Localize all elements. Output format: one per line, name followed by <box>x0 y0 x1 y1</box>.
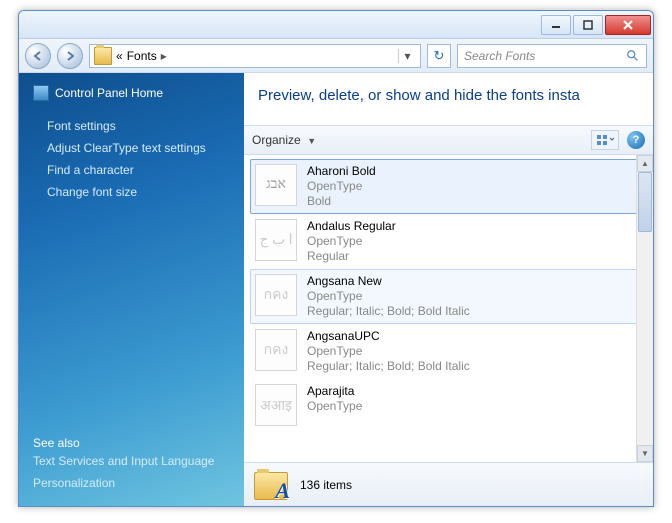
font-type: OpenType <box>307 179 376 194</box>
maximize-button[interactable] <box>573 15 603 35</box>
item-count: 136 items <box>300 478 352 492</box>
address-dropdown[interactable]: ▾ <box>398 49 416 63</box>
window-body: Control Panel Home Font settings Adjust … <box>19 73 653 506</box>
font-file-icon: अआइ <box>255 384 297 426</box>
font-type: OpenType <box>307 344 470 359</box>
font-type: OpenType <box>307 399 362 414</box>
font-style: Bold <box>307 194 376 209</box>
view-options-button[interactable] <box>591 130 619 150</box>
sidebar-link-cleartype[interactable]: Adjust ClearType text settings <box>47 141 230 155</box>
back-button[interactable] <box>25 43 51 69</box>
address-row: « Fonts ▸ ▾ ↻ Search Fonts <box>19 39 653 73</box>
forward-button[interactable] <box>57 43 83 69</box>
cp-home-label: Control Panel Home <box>55 86 163 100</box>
font-type: OpenType <box>307 234 396 249</box>
folder-icon <box>94 47 112 65</box>
font-name: Angsana New <box>307 274 470 289</box>
sidebar-link-find-char[interactable]: Find a character <box>47 163 230 177</box>
arrow-left-icon <box>32 50 44 62</box>
fonts-window: « Fonts ▸ ▾ ↻ Search Fonts Control Panel… <box>18 10 654 507</box>
search-placeholder: Search Fonts <box>464 49 535 63</box>
font-list: אבגAharoni BoldOpenTypeBoldا ب جAndalus … <box>244 155 653 462</box>
see-also-heading: See also <box>33 436 230 450</box>
font-item[interactable]: अआइAparajitaOpenType <box>250 379 647 431</box>
status-bar: A 136 items <box>244 462 653 506</box>
font-name: Aparajita <box>307 384 362 399</box>
font-file-icon: אבג <box>255 164 297 206</box>
font-info: Andalus RegularOpenTypeRegular <box>307 219 396 264</box>
close-button[interactable] <box>605 15 651 35</box>
font-info: Aharoni BoldOpenTypeBold <box>307 164 376 209</box>
font-style: Regular; Italic; Bold; Bold Italic <box>307 304 470 319</box>
scroll-down-button[interactable]: ▼ <box>637 445 653 462</box>
font-info: Angsana NewOpenTypeRegular; Italic; Bold… <box>307 274 470 319</box>
refresh-icon: ↻ <box>434 48 445 64</box>
arrow-right-icon <box>64 50 76 62</box>
refresh-button[interactable]: ↻ <box>427 44 451 68</box>
see-also-text-services[interactable]: Text Services and Input Language <box>33 454 230 468</box>
scroll-up-button[interactable]: ▲ <box>637 155 653 172</box>
sidebar-link-font-size[interactable]: Change font size <box>47 185 230 199</box>
font-type: OpenType <box>307 289 470 304</box>
font-file-icon: ا ب ج <box>255 219 297 261</box>
font-name: Andalus Regular <box>307 219 396 234</box>
address-bar[interactable]: « Fonts ▸ ▾ <box>89 44 421 68</box>
font-item[interactable]: กคงAngsana NewOpenTypeRegular; Italic; B… <box>250 269 647 324</box>
page-title: Preview, delete, or show and hide the fo… <box>244 73 653 125</box>
font-file-icon: กคง <box>255 274 297 316</box>
breadcrumb-prefix: « <box>116 49 123 63</box>
search-icon <box>626 49 640 63</box>
search-box[interactable]: Search Fonts <box>457 44 647 68</box>
font-style: Regular; Italic; Bold; Bold Italic <box>307 359 470 374</box>
scroll-thumb[interactable] <box>638 172 652 232</box>
titlebar <box>19 11 653 39</box>
sidebar: Control Panel Home Font settings Adjust … <box>19 73 244 506</box>
font-file-icon: กคง <box>255 329 297 371</box>
view-icon <box>596 134 614 146</box>
font-info: AngsanaUPCOpenTypeRegular; Italic; Bold;… <box>307 329 470 374</box>
fonts-folder-icon: A <box>254 468 288 502</box>
sidebar-link-font-settings[interactable]: Font settings <box>47 119 230 133</box>
minimize-button[interactable] <box>541 15 571 35</box>
font-name: AngsanaUPC <box>307 329 470 344</box>
breadcrumb-chevron[interactable]: ▸ <box>161 49 167 63</box>
control-panel-home[interactable]: Control Panel Home <box>33 85 230 101</box>
scrollbar[interactable]: ▲ ▼ <box>636 155 653 462</box>
font-info: AparajitaOpenType <box>307 384 362 426</box>
see-also-personalization[interactable]: Personalization <box>33 476 230 490</box>
font-style: Regular <box>307 249 396 264</box>
help-button[interactable]: ? <box>627 131 645 149</box>
help-icon: ? <box>633 134 640 146</box>
main-pane: Preview, delete, or show and hide the fo… <box>244 73 653 506</box>
chevron-down-icon: ▼ <box>305 136 316 146</box>
font-name: Aharoni Bold <box>307 164 376 179</box>
toolbar: Organize ▼ ? <box>244 125 653 155</box>
control-panel-icon <box>33 85 49 101</box>
font-item[interactable]: ا ب جAndalus RegularOpenTypeRegular <box>250 214 647 269</box>
font-item[interactable]: กคงAngsanaUPCOpenTypeRegular; Italic; Bo… <box>250 324 647 379</box>
breadcrumb-label[interactable]: Fonts <box>127 49 157 63</box>
font-item[interactable]: אבגAharoni BoldOpenTypeBold <box>250 159 647 214</box>
organize-button[interactable]: Organize ▼ <box>252 133 316 147</box>
